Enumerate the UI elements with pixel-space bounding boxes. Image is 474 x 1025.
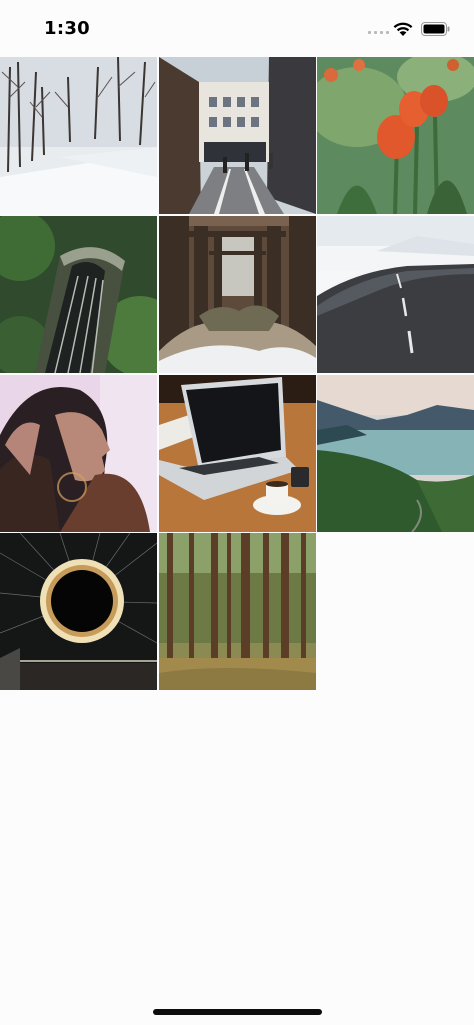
status-bar: 1:30 [0,0,474,56]
status-time: 1:30 [44,18,90,39]
home-indicator[interactable] [153,1009,322,1015]
photo-orange-tulips[interactable] [317,57,474,214]
photo-woman-portrait[interactable] [0,375,157,532]
photo-city-street[interactable] [159,57,316,214]
photo-steel-wool-circle[interactable] [0,533,157,690]
photo-snowy-forest-road[interactable] [0,57,157,214]
cellular-signal-icon [368,31,389,34]
photo-laptop-coffee[interactable] [159,375,316,532]
photo-pine-forest[interactable] [159,533,316,690]
photo-mountain-lake[interactable] [317,375,474,532]
photo-tunnel-railway[interactable] [0,216,157,373]
photo-pier-waves[interactable] [159,216,316,373]
wifi-icon [393,22,413,36]
photo-snowy-road[interactable] [317,216,474,373]
battery-icon [421,22,450,36]
